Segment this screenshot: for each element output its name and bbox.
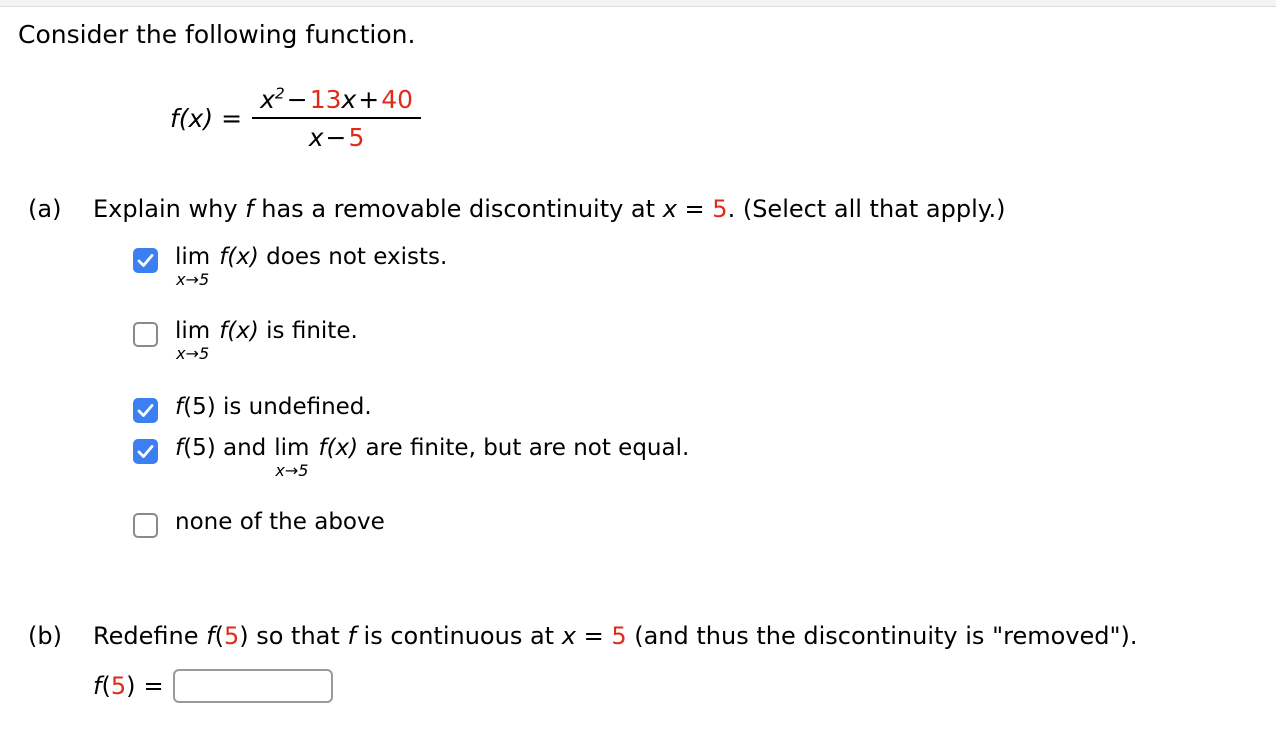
part-b-prompt-before: Redefine [93,622,199,650]
numerator-variable: x [341,85,357,114]
limit-operator: lim x→5 [175,246,210,288]
checkbox-limit-finite[interactable] [133,322,158,347]
answer-equals-sign: = [143,672,164,700]
option-limit-finite-text: is finite. [266,318,358,344]
numerator-minus: − [286,85,308,114]
part-b-prompt-x: x [561,622,576,650]
limit-op-text: lim [175,318,211,344]
option-none-of-the-above-text: none of the above [175,509,385,535]
limit-operator: lim x→5 [175,320,210,362]
intro-text: Consider the following function. [18,20,416,49]
part-a-prompt-before: Explain why [93,195,238,223]
part-b-label: (b) [28,622,62,650]
answer-label-open: ( [101,672,111,700]
numerator-base: x [260,85,275,114]
part-a-prompt-mid: has a removable discontinuity at [261,195,656,223]
part-b-prompt-f: f [206,622,215,650]
option-mixed-function-2: f(x) [318,435,359,461]
part-b-prompt-equals: = [583,622,604,650]
part-a-label: (a) [28,195,62,223]
denominator-minus: − [325,123,347,152]
option-limit-dne-function: f(x) [219,244,259,270]
option-limit-dne[interactable]: lim x→5 f(x) does not exists. [133,244,1133,288]
part-b-prompt-mid2: is continuous at [363,622,555,650]
part-a-prompt: Explain why f has a removable discontinu… [93,195,1006,223]
option-f5-and-limit-not-equal-label: f (5) and lim x→5 f(x) are finite, but ar… [175,435,689,479]
equals-sign: = [221,104,243,133]
option-limit-finite-function: f(x) [219,318,259,344]
fraction: x2−13x+40 x−5 [252,85,422,152]
denominator-variable: x [308,123,324,152]
numerator-coefficient: 13 [309,85,342,114]
numerator-constant: 40 [381,85,414,114]
part-a-prompt-value: 5 [712,195,728,223]
answer-label-value: 5 [110,672,127,700]
function-definition: f(x) = x2−13x+40 x−5 [170,85,422,152]
option-limit-dne-text: does not exists. [266,244,448,270]
denominator-constant: 5 [348,123,365,152]
option-mixed-before: (5) and [183,435,267,461]
option-f5-and-limit-not-equal[interactable]: f (5) and lim x→5 f(x) are finite, but ar… [133,435,1133,479]
option-none-of-the-above-label: none of the above [175,509,385,535]
limit-subscript: x→5 [275,461,309,480]
option-f5-undefined[interactable]: f (5) is undefined. [133,394,1133,423]
part-b-prompt-value: 5 [223,622,240,650]
answer-options-group: lim x→5 f(x) does not exists. lim x→5 f(… [133,244,1133,538]
limit-op-text: lim [274,435,310,461]
checkbox-limit-dne[interactable] [133,248,158,273]
answer-label-close: ) [126,672,136,700]
fraction-denominator: x−5 [301,119,373,152]
numerator-exponent: 2 [274,84,285,103]
checkbox-f5-undefined[interactable] [133,398,158,423]
part-b-prompt-after: (and thus the discontinuity is "removed"… [634,622,1138,650]
option-mixed-after: are finite, but are not equal. [365,435,690,461]
part-a-prompt-f: f [245,195,254,223]
option-none-of-the-above[interactable]: none of the above [133,509,1133,538]
option-f5-undefined-function: f [175,394,184,420]
option-limit-dne-label: lim x→5 f(x) does not exists. [175,244,447,288]
fraction-numerator: x2−13x+40 [252,85,421,117]
part-b-paren-close: ) [239,622,249,650]
checkbox-none-of-the-above[interactable] [133,513,158,538]
option-mixed-function: f [175,435,184,461]
option-limit-finite-label: lim x→5 f(x) is finite. [175,318,358,362]
numerator-plus: + [358,85,380,114]
function-name: f(x) [170,104,214,133]
limit-operator: lim x→5 [274,437,309,479]
option-limit-finite[interactable]: lim x→5 f(x) is finite. [133,318,1133,362]
top-chrome-strip [0,0,1276,7]
part-b-paren-open: ( [214,622,224,650]
part-b-prompt: Redefine f(5) so that f is continuous at… [93,622,1138,650]
part-b-prompt-value2: 5 [611,622,627,650]
part-b-prompt-mid: so that [256,622,340,650]
answer-input[interactable] [172,669,333,703]
part-b-prompt-f2: f [347,622,356,650]
limit-op-text: lim [175,244,211,270]
option-f5-undefined-text: (5) is undefined. [183,394,372,420]
part-a-prompt-after: . (Select all that apply.) [727,195,1006,223]
option-f5-undefined-label: f (5) is undefined. [175,394,372,420]
part-a-prompt-x: x [662,195,677,223]
limit-subscript: x→5 [176,344,210,363]
answer-row: f(5) = [93,669,333,703]
checkbox-f5-and-limit-not-equal[interactable] [133,439,158,464]
answer-label: f(5) [93,672,135,700]
part-a-prompt-equals: = [684,195,705,223]
limit-subscript: x→5 [176,270,210,289]
